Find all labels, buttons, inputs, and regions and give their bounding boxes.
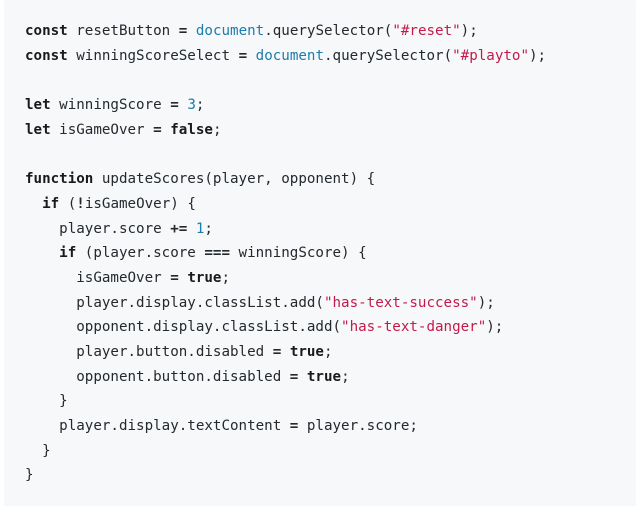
code-line: } (25, 389, 546, 414)
punctuation-token: ; (195, 97, 205, 114)
code-token: .querySelector( (264, 23, 393, 39)
code-token: winningScoreSelect (67, 47, 239, 64)
string-token: "#playto" (452, 47, 529, 64)
punctuation-token: ); (477, 294, 495, 311)
operator-token: = (153, 121, 162, 138)
keyword-token: let (25, 121, 51, 138)
keyword-token: function (25, 171, 94, 188)
code-token: player.score (25, 220, 171, 237)
string-token: "#reset" (392, 23, 461, 39)
code-line: const winningScoreSelect = document.quer… (25, 44, 546, 69)
code-content: const resetButton = document.querySelect… (25, 19, 546, 488)
code-token: } (25, 442, 51, 459)
number-token: 3 (187, 97, 196, 114)
punctuation-token: ; (323, 343, 333, 360)
punctuation-token: ; (212, 121, 222, 138)
punctuation-token: ); (486, 319, 504, 336)
code-line: isGameOver = true; (25, 266, 546, 291)
code-line: player.display.classList.add("has-text-s… (25, 291, 546, 316)
keyword-token: if (42, 195, 60, 212)
code-block: const resetButton = document.querySelect… (4, 0, 636, 506)
keyword-token: true (306, 368, 342, 385)
code-token: isGameOver) { (84, 195, 196, 212)
code-token: player.display.classList.add( (25, 294, 324, 311)
operator-token: = (170, 97, 179, 114)
keyword-token: const (25, 47, 68, 64)
code-line: function updateScores(player, opponent) … (25, 167, 546, 192)
keyword-token: true (289, 343, 324, 360)
code-token: resetButton (67, 23, 179, 39)
keyword-token: let (25, 97, 51, 114)
punctuation-token: ; (341, 368, 350, 385)
code-token: player.display.textContent (25, 418, 290, 434)
operator-token: === (204, 245, 231, 262)
code-line: } (25, 463, 546, 488)
code-line: player.display.textContent = player.scor… (25, 414, 546, 439)
code-token: winningScore) { (230, 245, 367, 262)
code-line: ​ (25, 142, 546, 167)
keyword-token: if (59, 245, 77, 262)
punctuation-token: ); (529, 47, 547, 64)
code-token: opponent.display.classList.add( (25, 319, 342, 336)
operator-token: = (272, 343, 282, 360)
string-token: "has-text-success" (323, 294, 478, 311)
builtin-token: document (195, 23, 265, 39)
code-line: ​ (25, 68, 546, 93)
code-line: player.score += 1; (25, 217, 546, 242)
code-token: (player.score (76, 245, 205, 262)
code-line: let isGameOver = false; (25, 118, 546, 143)
code-token: isGameOver (50, 121, 154, 138)
string-token: "has-text-danger" (341, 319, 487, 336)
operator-token: = (170, 269, 179, 286)
code-token: } (25, 467, 34, 484)
code-token: isGameOver (25, 269, 171, 286)
code-line: player.button.disabled = true; (25, 340, 546, 365)
operator-token: = (238, 47, 248, 64)
code-line: opponent.display.classList.add("has-text… (25, 315, 546, 340)
code-line: if (!isGameOver) { (25, 192, 546, 217)
code-token: player.score; (298, 418, 418, 434)
keyword-token: const (25, 23, 68, 39)
builtin-token: document (255, 47, 324, 64)
code-line: let winningScore = 3; (25, 93, 546, 118)
punctuation-token: ; (221, 269, 231, 286)
code-token: ( (59, 195, 77, 212)
punctuation-token: ); (460, 23, 478, 39)
code-line: const resetButton = document.querySelect… (25, 19, 546, 44)
operator-token: += (170, 220, 188, 237)
code-token: } (25, 393, 68, 410)
code-token: .querySelector( (324, 47, 453, 64)
code-line: opponent.button.disabled = true; (25, 365, 546, 390)
code-token: player.button.disabled (25, 343, 273, 360)
code-line: } (25, 439, 546, 464)
code-token: updateScores(player, opponent) { (93, 171, 376, 188)
code-line: if (player.score === winningScore) { (25, 241, 546, 266)
code-token: opponent.button.disabled (25, 368, 290, 385)
keyword-token: true (187, 269, 222, 286)
keyword-token: false (170, 121, 213, 138)
operator-token: ! (76, 195, 85, 212)
punctuation-token: ; (204, 220, 213, 237)
code-token: winningScore (50, 97, 171, 114)
